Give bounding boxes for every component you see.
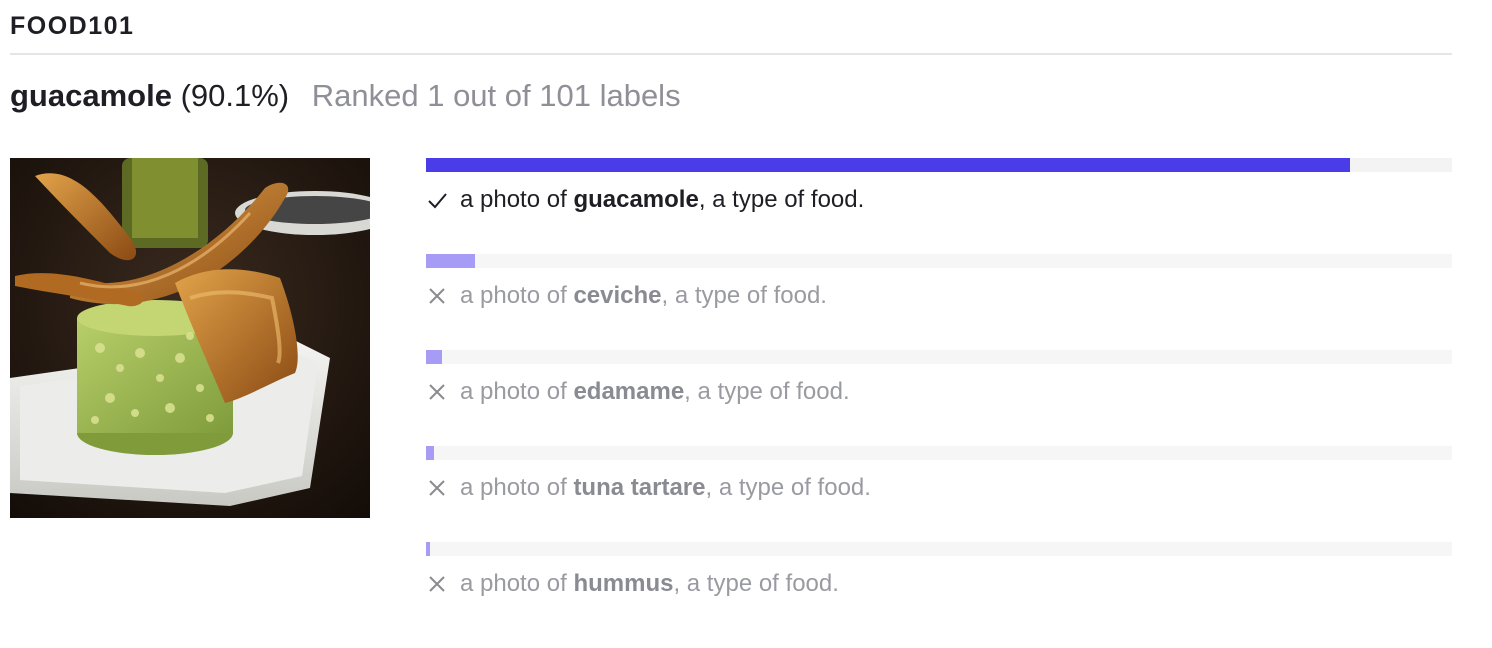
- score-bar-fill: [426, 158, 1350, 172]
- score-bar-fill: [426, 350, 442, 364]
- prediction-caption: a photo of ceviche, a type of food.: [426, 280, 827, 312]
- prediction-caption: a photo of hummus, a type of food.: [426, 568, 839, 600]
- rank-text: Ranked 1 out of 101 labels: [311, 78, 681, 113]
- prediction-suffix: , a type of food.: [661, 282, 827, 309]
- prediction-suffix: , a type of food.: [673, 570, 839, 597]
- prediction-suffix: , a type of food.: [684, 378, 850, 405]
- score-bar-track: [426, 158, 1452, 172]
- prediction-caption: a photo of tuna tartare, a type of food.: [426, 472, 871, 504]
- prediction-prefix: a photo of: [460, 186, 574, 213]
- divider: [10, 53, 1452, 55]
- prediction-prefix: a photo of: [460, 378, 574, 405]
- close-icon: [429, 480, 445, 496]
- close-icon: [429, 384, 445, 400]
- close-icon: [429, 288, 445, 304]
- prediction-caption: a photo of guacamole, a type of food.: [426, 184, 864, 216]
- top-prediction-label: guacamole: [10, 78, 172, 113]
- prediction-text: a photo of guacamole, a type of food.: [460, 186, 864, 214]
- food-photo: [10, 158, 370, 518]
- prediction-text: a photo of edamame, a type of food.: [460, 378, 850, 406]
- page: FOOD101 guacamole (90.1%) Ranked 1 out o…: [0, 0, 1492, 648]
- score-bar-track: [426, 446, 1452, 460]
- result-summary: guacamole (90.1%) Ranked 1 out of 101 la…: [10, 78, 681, 114]
- prediction-item: a photo of guacamole, a type of food.: [426, 158, 1452, 238]
- score-bar-fill: [426, 446, 434, 460]
- prediction-prefix: a photo of: [460, 474, 574, 501]
- prediction-caption: a photo of edamame, a type of food.: [426, 376, 850, 408]
- prediction-text: a photo of tuna tartare, a type of food.: [460, 474, 871, 502]
- check-icon: [428, 193, 447, 209]
- prediction-label: edamame: [573, 378, 685, 405]
- prediction-item: a photo of ceviche, a type of food.: [426, 254, 1452, 334]
- prediction-item: a photo of tuna tartare, a type of food.: [426, 446, 1452, 526]
- prediction-item: a photo of hummus, a type of food.: [426, 542, 1452, 622]
- top-prediction-percent: (90.1%): [180, 78, 290, 113]
- score-bar-fill: [426, 542, 430, 556]
- prediction-item: a photo of edamame, a type of food.: [426, 350, 1452, 430]
- prediction-label: ceviche: [573, 282, 662, 309]
- prediction-prefix: a photo of: [460, 282, 574, 309]
- prediction-label: hummus: [573, 570, 674, 597]
- prediction-label: tuna tartare: [573, 474, 706, 501]
- prediction-text: a photo of ceviche, a type of food.: [460, 282, 827, 310]
- prediction-label: guacamole: [573, 186, 699, 213]
- score-bar-track: [426, 542, 1452, 556]
- score-bar-track: [426, 350, 1452, 364]
- dataset-title: FOOD101: [10, 12, 135, 40]
- prediction-suffix: , a type of food.: [698, 186, 865, 213]
- score-bar-track: [426, 254, 1452, 268]
- prediction-suffix: , a type of food.: [705, 474, 871, 501]
- prediction-prefix: a photo of: [460, 570, 574, 597]
- close-icon: [429, 576, 445, 592]
- prediction-text: a photo of hummus, a type of food.: [460, 570, 839, 598]
- score-bar-fill: [426, 254, 475, 268]
